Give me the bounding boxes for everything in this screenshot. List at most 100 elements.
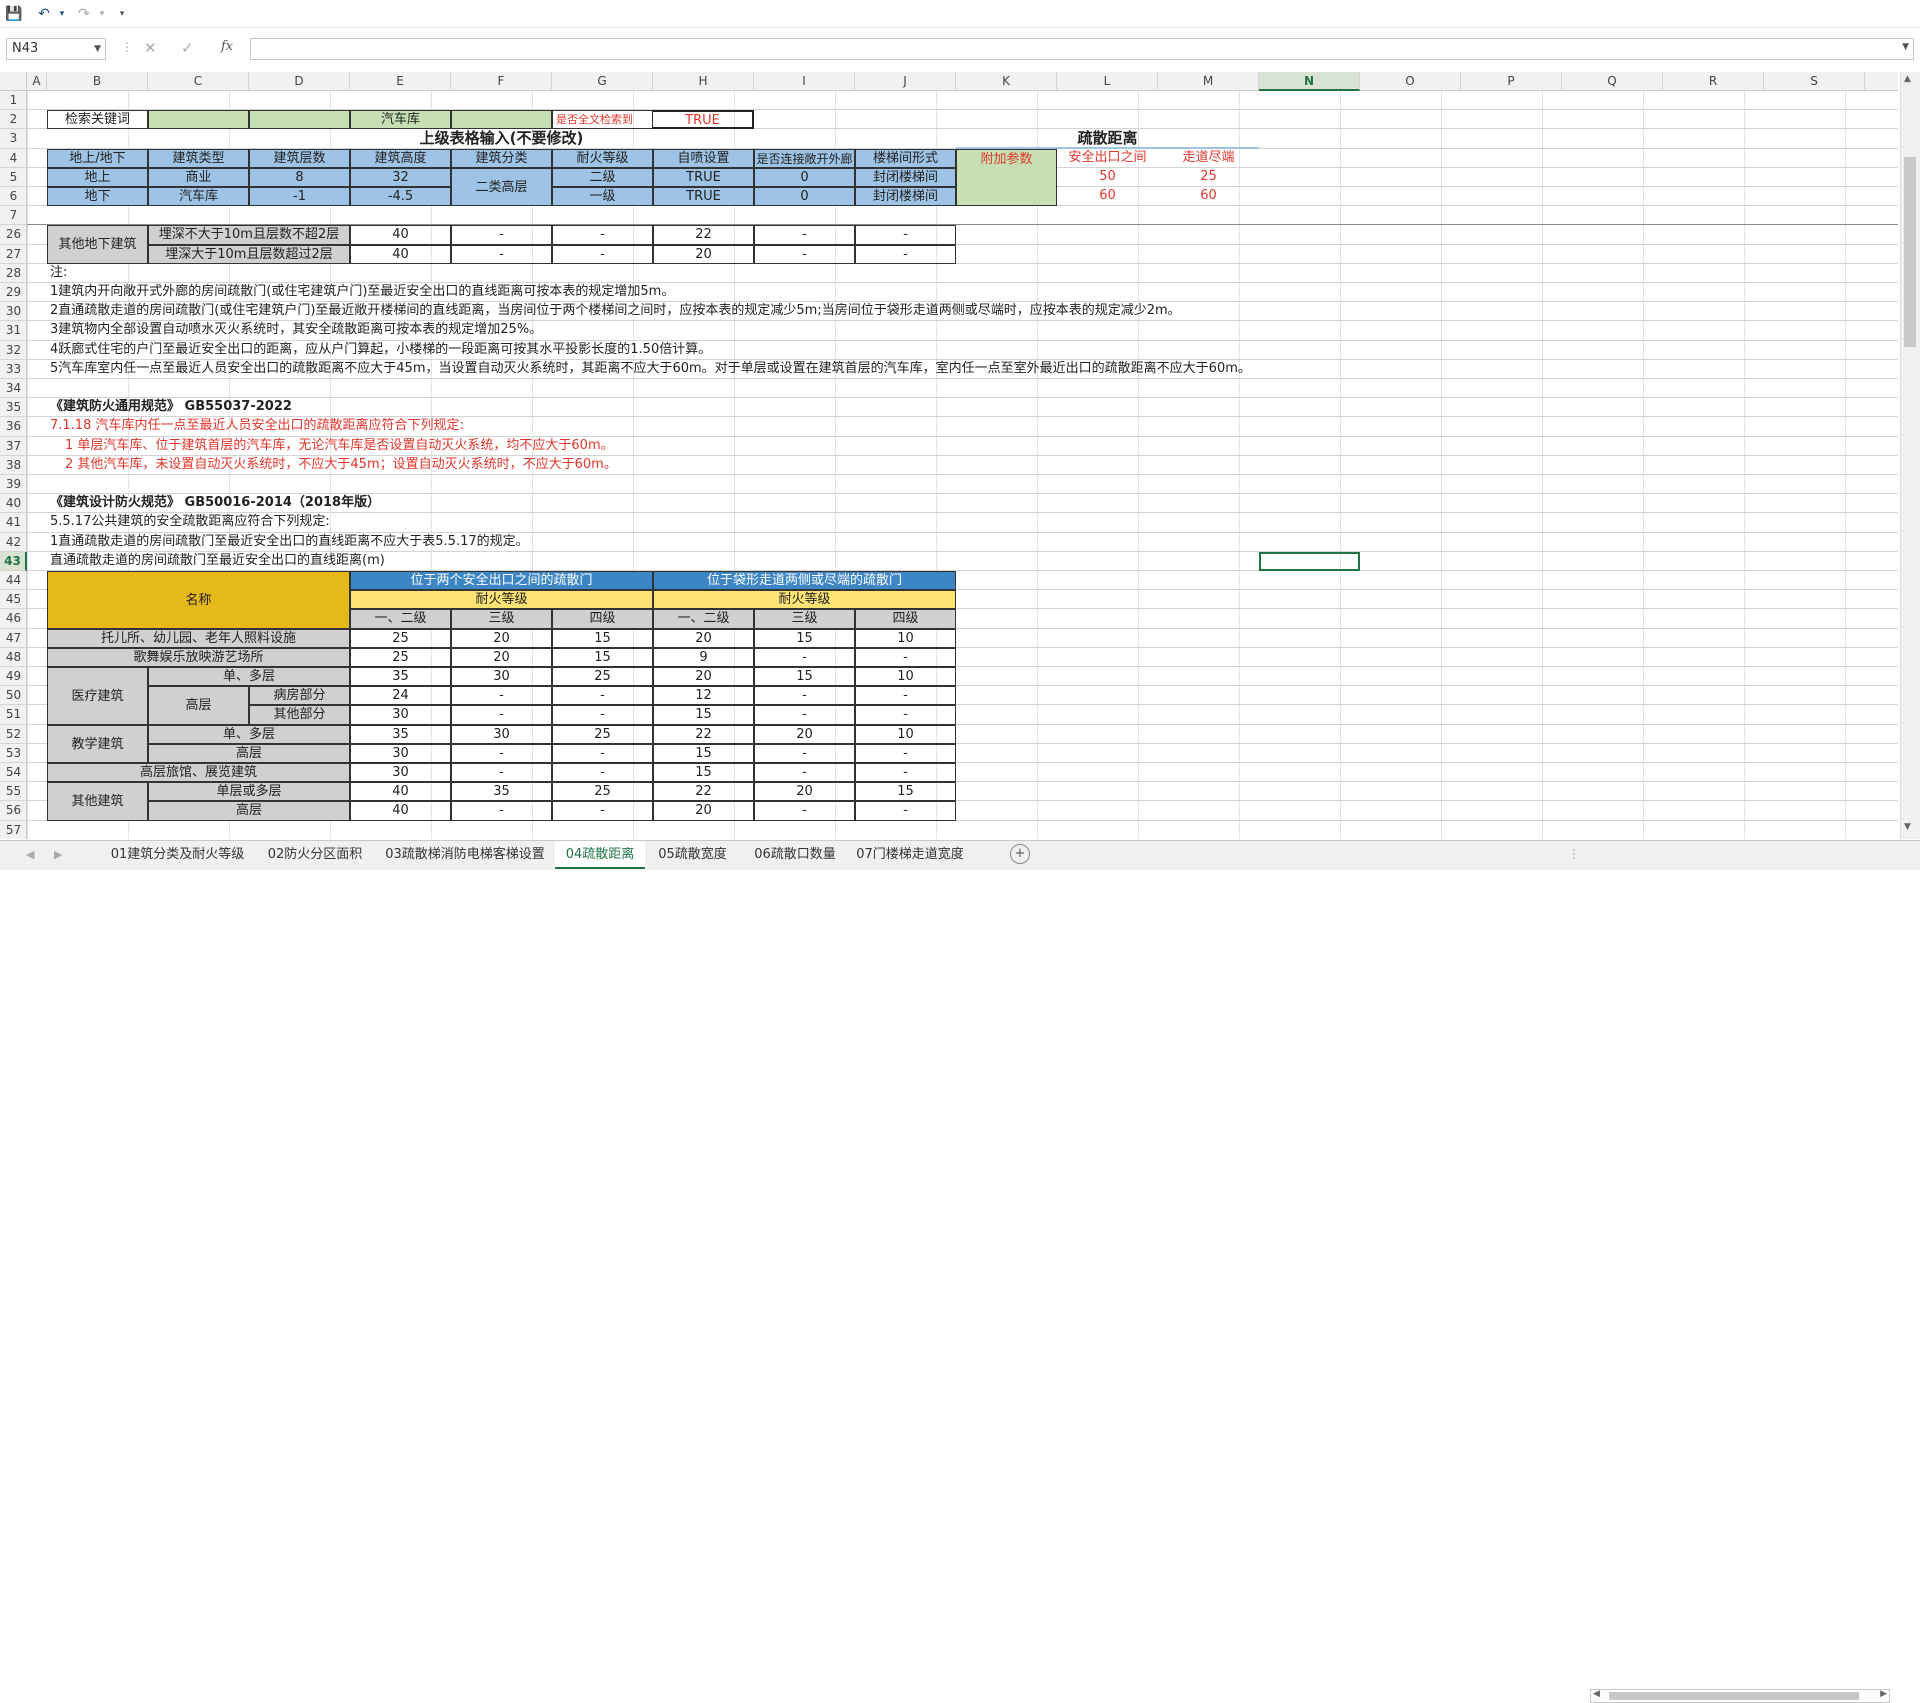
value-cell[interactable]: 24 <box>350 686 451 705</box>
value-cell[interactable]: - <box>754 744 855 763</box>
fulltext-label[interactable]: 是否全文检索到 <box>552 110 653 129</box>
grade-header[interactable]: 四级 <box>855 609 956 628</box>
row-label[interactable]: 歌舞娱乐放映游艺场所 <box>47 648 350 667</box>
value-cell[interactable]: 25 <box>552 782 653 801</box>
regulation-line[interactable]: 2 其他汽车库，未设置自动灭火系统时，不应大于45m；设置自动灭火系统时，不应大… <box>47 456 855 475</box>
next-sheet-icon[interactable]: ▶ <box>54 848 62 861</box>
evac-header[interactable]: 安全出口之间 <box>1057 149 1158 168</box>
column-header[interactable]: I <box>754 72 855 91</box>
expand-formula-icon[interactable]: ▼ <box>1902 42 1909 52</box>
row-label[interactable]: 病房部分 <box>249 686 350 705</box>
cells-area[interactable]: 检索关键词汽车库是否全文检索到TRUE上级表格输入(不要修改)疏散距离地上/地下… <box>27 91 1898 839</box>
row-header[interactable]: 54 <box>0 763 27 782</box>
value-cell[interactable]: 10 <box>855 629 956 648</box>
input-cell[interactable]: 汽车库 <box>148 187 249 206</box>
sheet-tab[interactable]: 01建筑分类及耐火等级 <box>100 841 255 869</box>
undo-dropdown-icon[interactable]: ▾ <box>56 4 68 24</box>
row-header[interactable]: 34 <box>0 379 27 398</box>
group-cell[interactable]: 其他地下建筑 <box>47 225 148 263</box>
table-header[interactable]: 建筑分类 <box>451 149 552 168</box>
input-cell[interactable]: 地上 <box>47 168 148 187</box>
value-cell[interactable]: - <box>552 225 653 244</box>
input-cell[interactable]: 商业 <box>148 168 249 187</box>
column-header[interactable]: K <box>956 72 1057 91</box>
value-cell[interactable]: 22 <box>653 225 754 244</box>
value-cell[interactable]: 40 <box>350 245 451 264</box>
column-header[interactable]: M <box>1158 72 1259 91</box>
sheet-tab[interactable]: 05疏散宽度 <box>645 841 740 869</box>
scroll-down-icon[interactable]: ▼ <box>1904 822 1911 832</box>
search-label[interactable]: 检索关键词 <box>47 110 148 129</box>
grade-header[interactable]: 一、二级 <box>350 609 451 628</box>
undo-icon[interactable]: ↶ <box>34 4 54 24</box>
value-cell[interactable]: 9 <box>653 648 754 667</box>
evac-heading[interactable]: 疏散距离 <box>956 129 1259 148</box>
extra-param-cell[interactable]: 附加参数 <box>956 149 1057 207</box>
input-cell[interactable]: 封闭楼梯间 <box>855 168 956 187</box>
sub-group-cell[interactable]: 高层 <box>148 686 249 724</box>
value-cell[interactable]: - <box>451 705 552 724</box>
value-cell[interactable]: 40 <box>350 225 451 244</box>
row-header[interactable]: 27 <box>0 245 27 264</box>
row-label[interactable]: 高层旅馆、展览建筑 <box>47 763 350 782</box>
column-header[interactable]: Q <box>1562 72 1663 91</box>
evac-header[interactable]: 走道尽端 <box>1158 149 1259 168</box>
row-header[interactable]: 2 <box>0 110 27 129</box>
name-header[interactable]: 名称 <box>47 571 350 629</box>
table-header[interactable]: 是否连接敞开外廊 <box>754 149 855 168</box>
regulation-title[interactable]: 《建筑设计防火规范》 GB50016-2014（2018年版） <box>47 494 855 513</box>
value-cell[interactable]: - <box>451 245 552 264</box>
row-header[interactable]: 51 <box>0 705 27 724</box>
regulation-line[interactable]: 1直通疏散走道的房间疏散门至最近安全出口的直线距离不应大于表5.5.17的规定。 <box>47 533 855 552</box>
save-icon[interactable]: 💾 <box>4 4 24 24</box>
row-header[interactable]: 42 <box>0 533 27 552</box>
enter-icon[interactable]: ✓ <box>181 39 194 57</box>
row-header[interactable]: 50 <box>0 686 27 705</box>
row-header[interactable]: 57 <box>0 821 27 839</box>
value-cell[interactable]: - <box>451 686 552 705</box>
value-cell[interactable]: - <box>754 763 855 782</box>
column-header[interactable]: S <box>1764 72 1865 91</box>
value-cell[interactable]: 35 <box>451 782 552 801</box>
horizontal-scroll-thumb[interactable] <box>1609 1692 1859 1700</box>
note-text[interactable]: 5汽车库室内任一点至最近人员安全出口的疏散距离不应大于45m，当设置自动灭火系统… <box>47 360 1865 379</box>
upper-heading[interactable]: 上级表格输入(不要修改) <box>47 129 956 148</box>
value-cell[interactable]: 20 <box>451 629 552 648</box>
redo-icon[interactable]: ↷ <box>74 4 94 24</box>
fire-grade-header[interactable]: 耐火等级 <box>350 590 653 609</box>
search-input[interactable] <box>451 110 552 129</box>
value-cell[interactable]: - <box>754 705 855 724</box>
row-header[interactable]: 26 <box>0 225 27 244</box>
row-header[interactable]: 29 <box>0 283 27 302</box>
keyword-input[interactable]: 汽车库 <box>350 110 451 129</box>
value-cell[interactable]: 12 <box>653 686 754 705</box>
vertical-scroll-thumb[interactable] <box>1904 157 1916 347</box>
row-header[interactable]: 1 <box>0 91 27 110</box>
input-cell[interactable]: 32 <box>350 168 451 187</box>
row-header[interactable]: 45 <box>0 590 27 609</box>
sheet-tab[interactable]: 06疏散口数量 <box>740 841 850 869</box>
value-cell[interactable]: 15 <box>653 744 754 763</box>
worksheet-grid[interactable]: ABCDEFGHIJKLMNOPQRS 12345672627282930313… <box>0 72 1898 839</box>
row-header[interactable]: 37 <box>0 437 27 456</box>
grade-header[interactable]: 三级 <box>754 609 855 628</box>
value-cell[interactable]: - <box>552 744 653 763</box>
value-cell[interactable]: 30 <box>451 667 552 686</box>
fire-grade-header[interactable]: 耐火等级 <box>653 590 956 609</box>
table-header[interactable]: 耐火等级 <box>552 149 653 168</box>
vertical-scrollbar[interactable]: ▲ ▼ <box>1900 72 1920 839</box>
table-header[interactable]: 建筑高度 <box>350 149 451 168</box>
table-header[interactable]: 自喷设置 <box>653 149 754 168</box>
value-cell[interactable]: 22 <box>653 725 754 744</box>
value-cell[interactable]: 25 <box>552 667 653 686</box>
row-header[interactable]: 36 <box>0 417 27 436</box>
input-cell[interactable]: 一级 <box>552 187 653 206</box>
value-cell[interactable]: 25 <box>350 629 451 648</box>
evac-value[interactable]: 25 <box>1158 168 1259 187</box>
row-label[interactable]: 高层 <box>148 744 350 763</box>
evac-value[interactable]: 60 <box>1057 187 1158 206</box>
value-cell[interactable]: 20 <box>653 667 754 686</box>
value-cell[interactable]: 15 <box>653 763 754 782</box>
name-box[interactable]: N43▼ <box>6 38 106 60</box>
value-cell[interactable]: - <box>754 686 855 705</box>
